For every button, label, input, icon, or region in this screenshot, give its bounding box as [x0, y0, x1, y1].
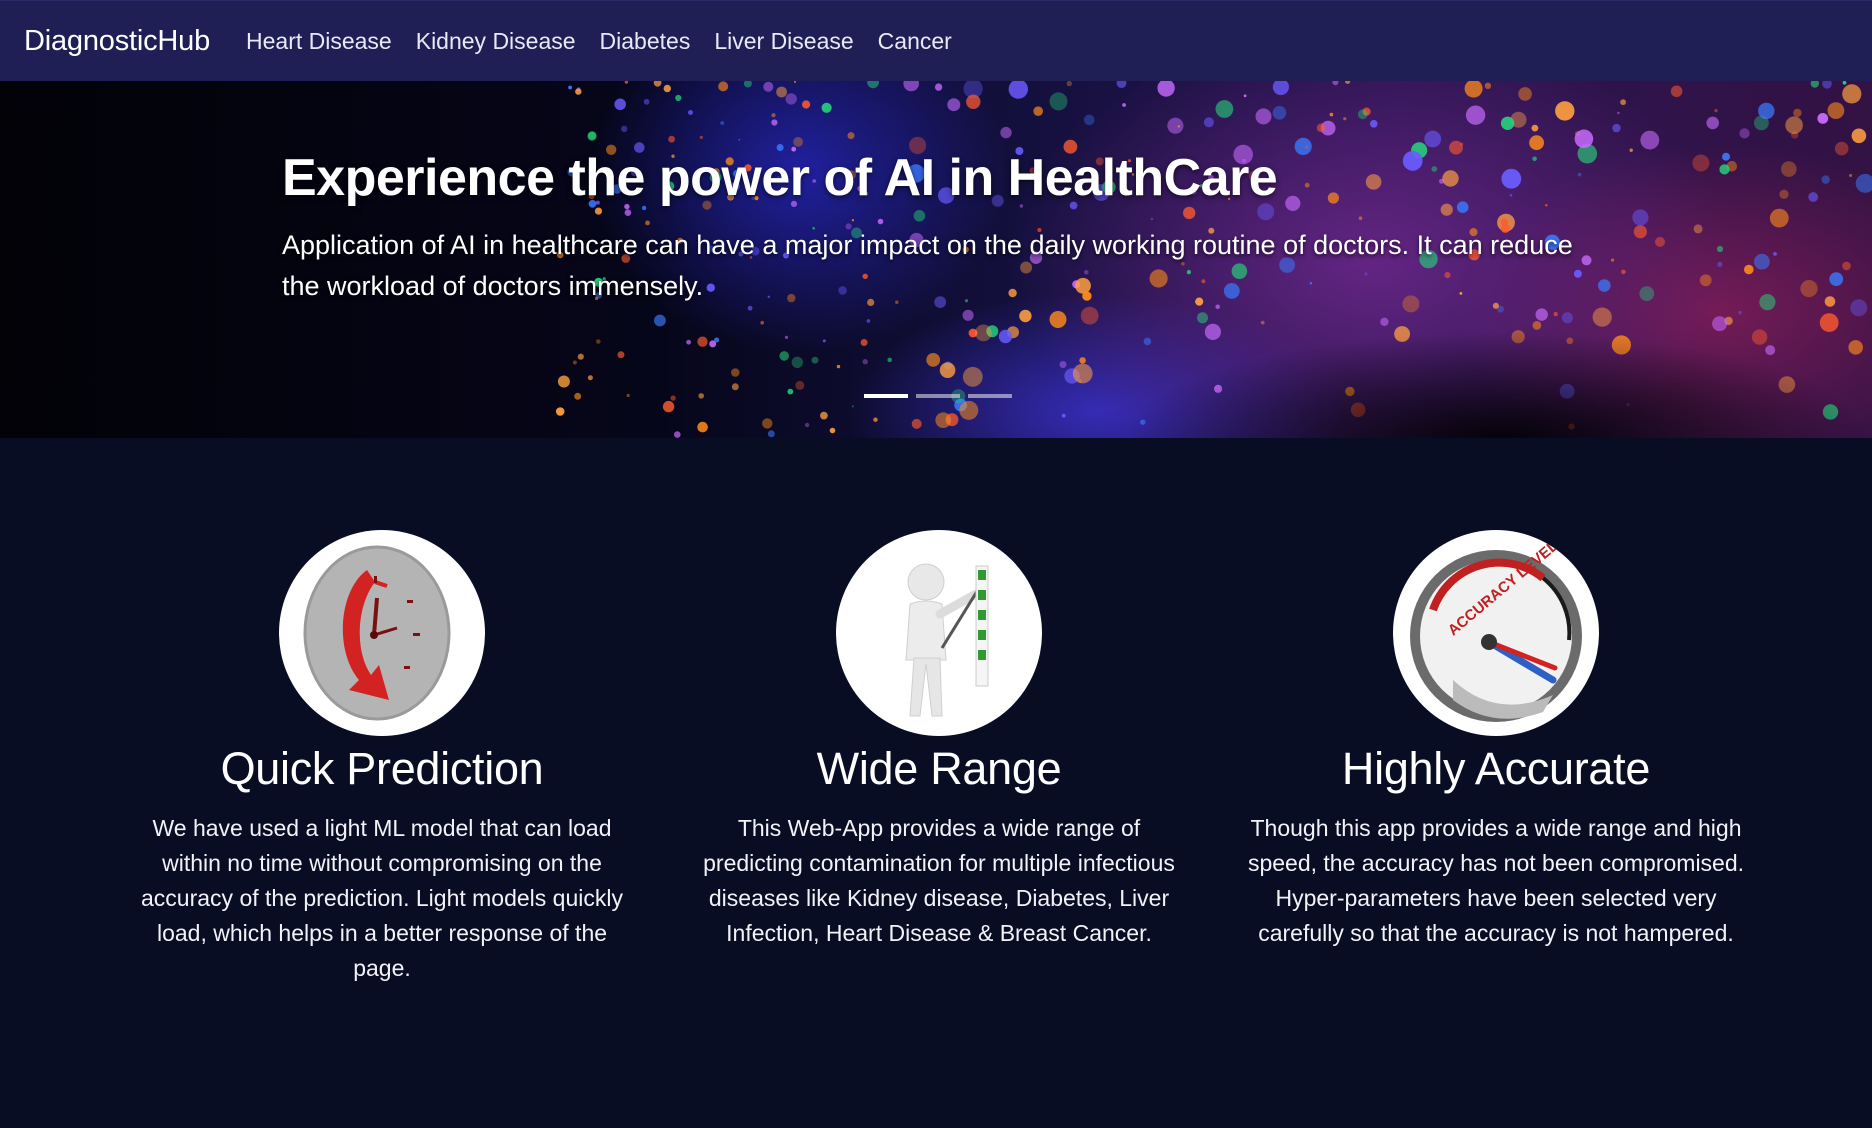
feature-image: [279, 530, 485, 736]
feature-description: Though this app provides a wide range an…: [1247, 814, 1745, 946]
brand-logo[interactable]: DiagnosticHub: [24, 25, 210, 58]
nav-link-liver-disease[interactable]: Liver Disease: [714, 28, 853, 55]
accuracy-gauge-icon: ACCURACY LEVEL: [1410, 537, 1582, 722]
checklist-figure-icon: [905, 563, 989, 717]
feature-title: Wide Range: [816, 743, 1062, 794]
hero-caption: Experience the power of AI in HealthCare…: [282, 149, 1602, 307]
nav-link-heart-disease[interactable]: Heart Disease: [246, 28, 392, 55]
features-section: Quick Prediction We have used a light ML…: [0, 530, 1872, 1010]
nav-link-kidney-disease[interactable]: Kidney Disease: [416, 28, 576, 55]
feature-description: We have used a light ML model that can l…: [141, 814, 623, 981]
navbar: DiagnosticHub Heart Disease Kidney Disea…: [0, 0, 1872, 81]
carousel-indicator-2[interactable]: [916, 394, 960, 398]
feature-title: Quick Prediction: [220, 743, 544, 794]
hero-subtitle: Application of AI in healthcare can have…: [282, 229, 1573, 301]
feature-image: ACCURACY LEVEL: [1393, 530, 1599, 736]
carousel-indicator-3[interactable]: [968, 394, 1012, 398]
nav-link-diabetes[interactable]: Diabetes: [600, 28, 691, 55]
nav-links: Heart Disease Kidney Disease Diabetes Li…: [246, 28, 976, 55]
feature-quick-prediction: Quick Prediction We have used a light ML…: [132, 530, 632, 986]
feature-description: This Web-App provides a wide range of pr…: [703, 814, 1175, 946]
carousel-indicator-1[interactable]: [864, 394, 908, 398]
page: DiagnosticHub Heart Disease Kidney Disea…: [0, 0, 1872, 1128]
feature-wide-range: Wide Range This Web-App provides a wide …: [689, 530, 1189, 951]
hero-shadow: [1120, 331, 1872, 438]
feature-title: Highly Accurate: [1341, 743, 1651, 794]
carousel-indicators: [864, 394, 1012, 398]
hero-title: Experience the power of AI in HealthCare: [282, 149, 1278, 207]
hero-carousel[interactable]: Experience the power of AI in HealthCare…: [0, 81, 1872, 438]
nav-link-cancer[interactable]: Cancer: [878, 28, 952, 55]
clock-icon: [303, 545, 451, 721]
feature-image: [836, 530, 1042, 736]
feature-highly-accurate: ACCURACY LEVEL Highly Accurate Though th…: [1246, 530, 1746, 951]
